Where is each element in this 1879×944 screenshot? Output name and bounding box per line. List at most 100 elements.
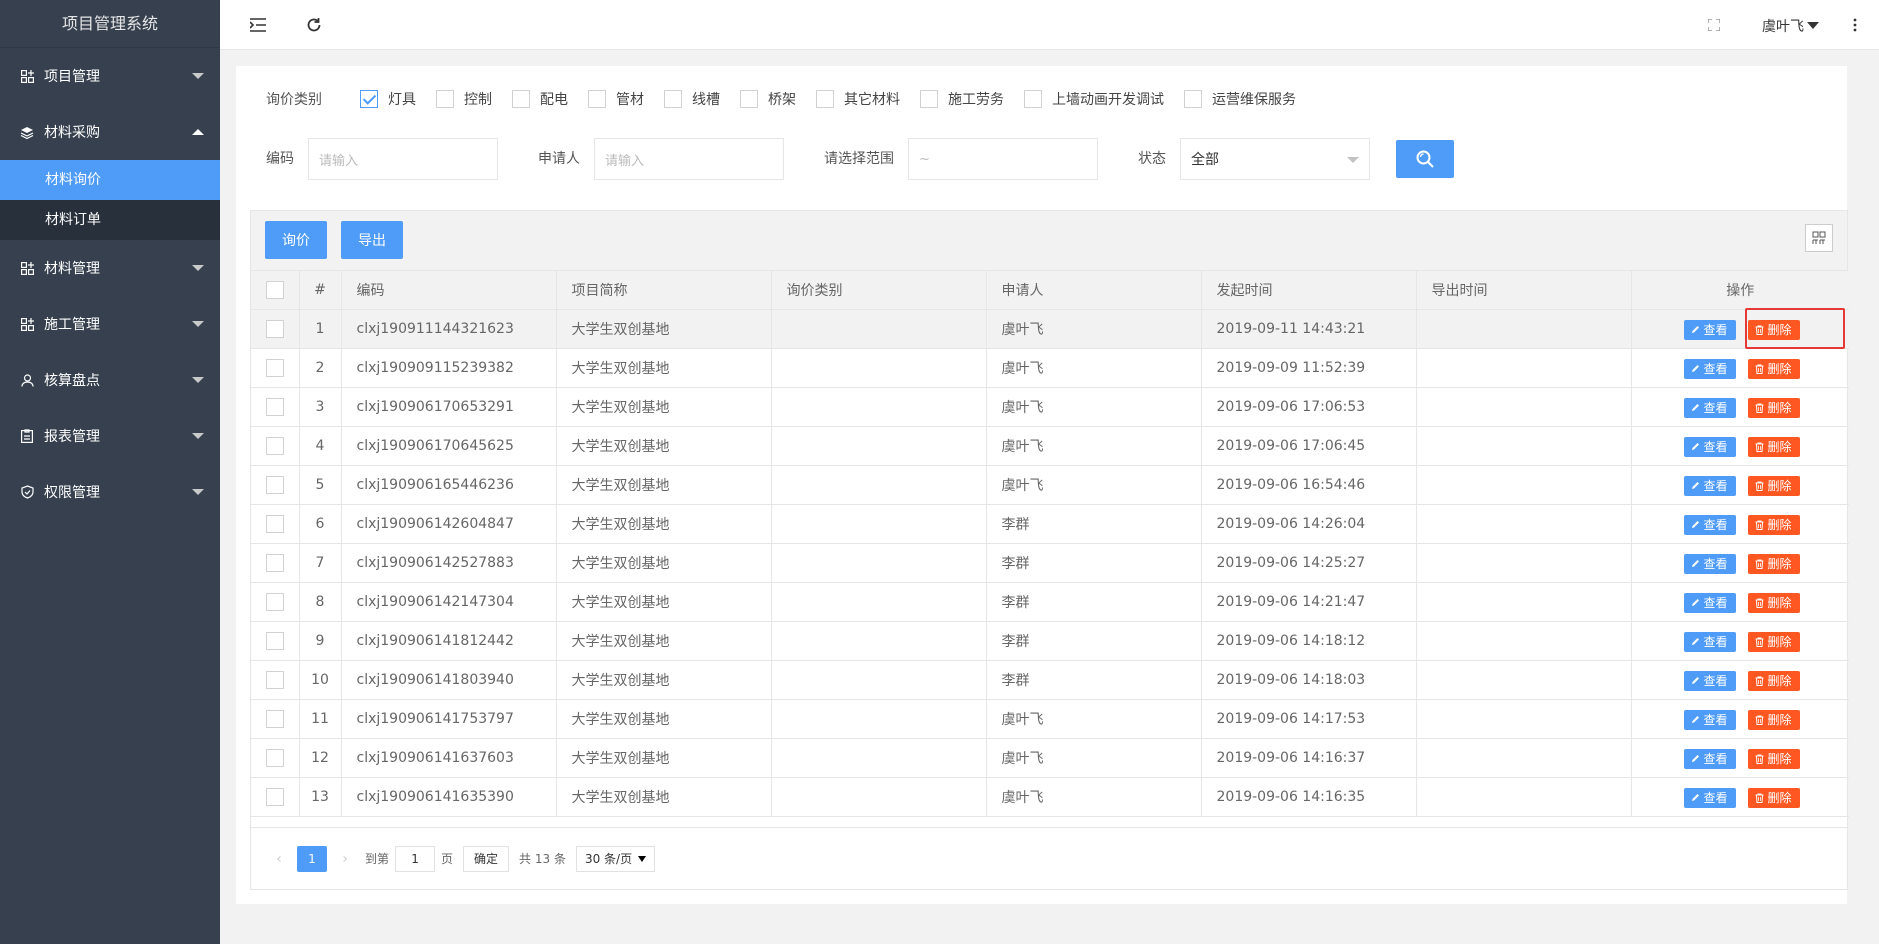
select-all-cell[interactable]: [251, 271, 300, 310]
delete-button[interactable]: 删除: [1747, 670, 1800, 691]
view-button[interactable]: 查看: [1683, 592, 1736, 613]
category-checkbox-8[interactable]: 上墙动画开发调试: [1024, 89, 1164, 109]
view-button[interactable]: 查看: [1683, 748, 1736, 769]
view-button[interactable]: 查看: [1683, 631, 1736, 652]
table-row[interactable]: 6 clxj190906142604847 大学生双创基地 李群 2019-09-06 …: [251, 504, 1849, 544]
delete-button[interactable]: 删除: [1747, 436, 1800, 457]
checkbox[interactable]: [1184, 90, 1202, 108]
table-row[interactable]: 3 clxj190906170653291 大学生双创基地 虞叶飞 2019-09-06…: [251, 387, 1849, 427]
search-button[interactable]: [1396, 140, 1454, 178]
sidebar-item-5[interactable]: 报表管理: [0, 408, 220, 464]
delete-button[interactable]: 删除: [1747, 748, 1800, 769]
row-checkbox[interactable]: [265, 787, 284, 806]
checkbox[interactable]: [816, 90, 834, 108]
checkbox[interactable]: [512, 90, 530, 108]
delete-button[interactable]: 删除: [1747, 553, 1800, 574]
row-checkbox[interactable]: [265, 592, 284, 611]
sidebar-item-4[interactable]: 核算盘点: [0, 352, 220, 408]
delete-button[interactable]: 删除: [1747, 592, 1800, 613]
code-input[interactable]: 请输入: [308, 138, 498, 180]
table-row[interactable]: 10 clxj190906141803940 大学生双创基地 李群 2019-09-06…: [251, 660, 1849, 700]
sidebar-subitem-0[interactable]: 材料询价: [0, 160, 220, 200]
category-checkbox-5[interactable]: 桥架: [740, 89, 796, 109]
status-select[interactable]: 全部: [1180, 138, 1370, 180]
sidebar-item-6[interactable]: 权限管理: [0, 464, 220, 520]
view-button[interactable]: 查看: [1683, 553, 1736, 574]
row-select-cell[interactable]: [251, 348, 300, 388]
delete-button[interactable]: 删除: [1747, 631, 1800, 652]
inquiry-button[interactable]: 询价: [265, 221, 327, 259]
row-select-cell[interactable]: [251, 465, 300, 505]
applicant-input[interactable]: 请输入: [594, 138, 784, 180]
category-checkbox-2[interactable]: 配电: [512, 89, 568, 109]
next-page-icon[interactable]: ›: [331, 845, 359, 873]
sidebar-item-1[interactable]: 材料采购: [0, 104, 220, 160]
sidebar-subitem-1[interactable]: 材料订单: [0, 200, 220, 240]
column-settings-button[interactable]: [1805, 224, 1833, 252]
checkbox[interactable]: [436, 90, 454, 108]
row-checkbox[interactable]: [265, 553, 284, 572]
row-checkbox[interactable]: [265, 397, 284, 416]
view-button[interactable]: 查看: [1683, 787, 1736, 808]
table-row[interactable]: 2 clxj190909115239382 大学生双创基地 虞叶飞 2019-09-09…: [251, 348, 1849, 388]
date-range-input[interactable]: ~: [908, 138, 1098, 180]
table-row[interactable]: 8 clxj190906142147304 大学生双创基地 李群 2019-09-06 …: [251, 582, 1849, 622]
goto-confirm-button[interactable]: 确定: [463, 845, 510, 872]
table-row[interactable]: 7 clxj190906142527883 大学生双创基地 李群 2019-09-06 …: [251, 543, 1849, 583]
fullscreen-icon[interactable]: [1704, 15, 1724, 35]
table-row[interactable]: 9 clxj190906141812442 大学生双创基地 李群 2019-09-06 …: [251, 621, 1849, 661]
sidebar-item-3[interactable]: 施工管理: [0, 296, 220, 352]
row-select-cell[interactable]: [251, 426, 300, 466]
category-checkbox-4[interactable]: 线槽: [664, 89, 720, 109]
category-checkbox-0[interactable]: 灯具: [360, 89, 416, 109]
current-page[interactable]: 1: [297, 845, 327, 872]
row-checkbox[interactable]: [265, 748, 284, 767]
table-row[interactable]: 12 clxj190906141637603 大学生双创基地 虞叶飞 2019-09-0…: [251, 738, 1849, 778]
row-select-cell[interactable]: [251, 660, 300, 700]
category-checkbox-1[interactable]: 控制: [436, 89, 492, 109]
row-checkbox[interactable]: [265, 631, 284, 650]
delete-button[interactable]: 删除: [1747, 397, 1800, 418]
checkbox[interactable]: [740, 90, 758, 108]
row-select-cell[interactable]: [251, 543, 300, 583]
row-select-cell[interactable]: [251, 699, 300, 739]
checkbox[interactable]: [588, 90, 606, 108]
select-all-checkbox[interactable]: [265, 280, 284, 299]
row-select-cell[interactable]: [251, 738, 300, 778]
category-checkbox-6[interactable]: 其它材料: [816, 89, 900, 109]
view-button[interactable]: 查看: [1683, 670, 1736, 691]
view-button[interactable]: 查看: [1683, 709, 1736, 730]
sidebar-item-0[interactable]: 项目管理: [0, 48, 220, 104]
delete-button[interactable]: 删除: [1747, 709, 1800, 730]
table-row[interactable]: 13 clxj190906141635390 大学生双创基地 虞叶飞 2019-09-0…: [251, 777, 1849, 817]
delete-button[interactable]: 删除: [1747, 358, 1800, 379]
row-select-cell[interactable]: [251, 777, 300, 817]
table-row[interactable]: 11 clxj190906141753797 大学生双创基地 虞叶飞 2019-09-0…: [251, 699, 1849, 739]
view-button[interactable]: 查看: [1683, 358, 1736, 379]
row-checkbox[interactable]: [265, 436, 284, 455]
checkbox[interactable]: [360, 90, 378, 108]
row-checkbox[interactable]: [265, 319, 284, 338]
sidebar-item-2[interactable]: 材料管理: [0, 240, 220, 296]
view-button[interactable]: 查看: [1683, 397, 1736, 418]
view-button[interactable]: 查看: [1683, 514, 1736, 535]
delete-button[interactable]: 删除: [1747, 514, 1800, 535]
goto-page-input[interactable]: 1: [395, 845, 436, 872]
category-checkbox-3[interactable]: 管材: [588, 89, 644, 109]
view-button[interactable]: 查看: [1683, 436, 1736, 457]
row-select-cell[interactable]: [251, 387, 300, 427]
checkbox[interactable]: [664, 90, 682, 108]
page-size-select[interactable]: 30 条/页: [575, 845, 656, 872]
row-select-cell[interactable]: [251, 504, 300, 544]
delete-button[interactable]: 删除: [1747, 319, 1800, 340]
delete-button[interactable]: 删除: [1747, 475, 1800, 496]
more-options-icon[interactable]: [1845, 15, 1865, 35]
row-select-cell[interactable]: [251, 582, 300, 622]
user-name[interactable]: 虞叶飞: [1762, 16, 1804, 36]
row-checkbox[interactable]: [265, 514, 284, 533]
refresh-icon[interactable]: [304, 15, 324, 35]
delete-button[interactable]: 删除: [1747, 787, 1800, 808]
row-select-cell[interactable]: [251, 621, 300, 661]
checkbox[interactable]: [1024, 90, 1042, 108]
table-row[interactable]: 5 clxj190906165446236 大学生双创基地 虞叶飞 2019-09-06…: [251, 465, 1849, 505]
